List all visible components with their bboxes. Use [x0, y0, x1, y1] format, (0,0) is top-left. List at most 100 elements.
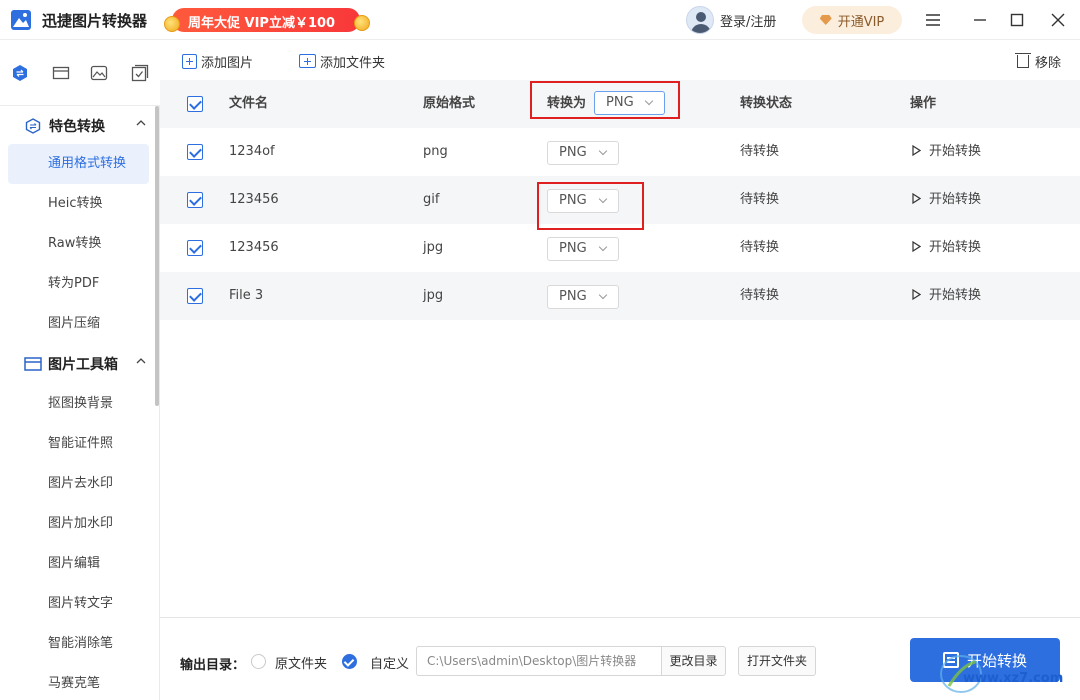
row-status: 待转换 — [740, 288, 780, 303]
sidebar-item-heic[interactable]: Heic转换 — [8, 184, 149, 224]
radio-original-folder-label[interactable]: 原文件夹 — [275, 653, 327, 672]
promo-text: 周年大促 VIP立减￥100 — [188, 16, 336, 31]
icon-rail — [0, 40, 160, 106]
row-status: 待转换 — [740, 240, 780, 255]
add-image-icon — [182, 53, 197, 69]
header-status: 转换状态 — [740, 96, 793, 111]
sidebar-item-ocr[interactable]: 图片转文字 — [8, 584, 149, 624]
table-row[interactable]: File 3 jpg PNG 待转换 开始转换 — [160, 272, 1080, 320]
row-format-select[interactable]: PNG — [547, 285, 619, 309]
add-image-button[interactable]: 添加图片 — [182, 50, 253, 72]
sidebar-group-label: 特色转换 — [49, 119, 105, 135]
login-register-label: 登录/注册 — [720, 14, 777, 30]
remove-button[interactable]: 移除 — [1015, 50, 1062, 72]
header-filename: 文件名 — [229, 96, 269, 111]
play-icon — [912, 289, 921, 300]
title-bar: 迅捷图片转换器 周年大促 VIP立减￥100 登录/注册 开通VIP — [0, 0, 1080, 40]
row-start-button[interactable]: 开始转换 — [912, 224, 981, 272]
select-all-checkbox[interactable] — [187, 96, 203, 112]
play-icon — [912, 193, 921, 204]
sidebar-scrollbar[interactable] — [155, 106, 159, 406]
change-dir-button[interactable]: 更改目录 — [661, 646, 726, 676]
row-start-label: 开始转换 — [929, 240, 982, 255]
sidebar-item-to-pdf[interactable]: 转为PDF — [8, 264, 149, 304]
promo-banner[interactable]: 周年大促 VIP立减￥100 — [160, 6, 372, 34]
row-original-format: jpg — [423, 288, 444, 303]
open-vip-label: 开通VIP — [837, 14, 885, 30]
sidebar-group-special-convert[interactable]: 特色转换 — [0, 106, 152, 146]
row-format-select[interactable]: PNG — [547, 237, 619, 261]
table-row[interactable]: 1234of png PNG 待转换 开始转换 — [160, 128, 1080, 176]
add-folder-label: 添加文件夹 — [320, 55, 386, 71]
checklist-icon[interactable] — [131, 64, 149, 82]
open-folder-button[interactable]: 打开文件夹 — [738, 646, 816, 676]
header-action: 操作 — [910, 96, 937, 111]
toolbox-icon[interactable] — [52, 64, 70, 82]
row-checkbox[interactable] — [187, 192, 203, 208]
sidebar-group-toolbox[interactable]: 图片工具箱 — [0, 344, 152, 384]
row-checkbox[interactable] — [187, 288, 203, 304]
menu-icon[interactable] — [923, 10, 943, 30]
close-icon[interactable] — [1048, 10, 1068, 30]
coin-icon — [354, 15, 370, 31]
row-filename: File 3 — [229, 288, 264, 303]
maximize-icon[interactable] — [1007, 10, 1027, 30]
sidebar-item-eraser[interactable]: 智能消除笔 — [8, 624, 149, 664]
chevron-down-icon — [598, 146, 608, 156]
header-original-format: 原始格式 — [423, 96, 476, 111]
row-start-button[interactable]: 开始转换 — [912, 176, 981, 224]
convert-icon[interactable] — [11, 64, 29, 82]
row-format-select[interactable]: PNG — [547, 141, 619, 165]
app-title: 迅捷图片转换器 — [42, 12, 148, 30]
row-start-button[interactable]: 开始转换 — [912, 128, 981, 176]
chevron-up-icon — [136, 358, 146, 364]
app-logo-icon — [11, 10, 31, 30]
row-format-value: PNG — [559, 289, 587, 304]
radio-custom-folder[interactable] — [342, 654, 357, 669]
remove-label: 移除 — [1035, 55, 1062, 71]
row-status: 待转换 — [740, 144, 780, 159]
sidebar-item-compress[interactable]: 图片压缩 — [8, 304, 149, 344]
avatar — [686, 6, 714, 34]
row-start-button[interactable]: 开始转换 — [912, 272, 981, 320]
radio-original-folder[interactable] — [251, 654, 266, 669]
coin-icon — [164, 16, 180, 32]
row-status: 待转换 — [740, 192, 780, 207]
minimize-icon[interactable] — [970, 10, 990, 30]
image-icon[interactable] — [90, 64, 108, 82]
login-register-button[interactable]: 登录/注册 — [686, 5, 776, 35]
chevron-up-icon — [136, 120, 146, 126]
row-original-format: gif — [423, 192, 440, 207]
add-folder-icon — [299, 54, 316, 68]
table-row[interactable]: 123456 jpg PNG 待转换 开始转换 — [160, 224, 1080, 272]
play-icon — [912, 145, 921, 156]
sidebar-item-add-watermark[interactable]: 图片加水印 — [8, 504, 149, 544]
chevron-down-icon — [598, 290, 608, 300]
sidebar-item-cutout[interactable]: 抠图换背景 — [8, 384, 149, 424]
radio-custom-folder-label[interactable]: 自定义 — [370, 653, 409, 672]
highlight-box — [530, 81, 680, 119]
add-folder-button[interactable]: 添加文件夹 — [299, 50, 385, 72]
row-checkbox[interactable] — [187, 144, 203, 160]
sidebar-item-remove-watermark[interactable]: 图片去水印 — [8, 464, 149, 504]
chevron-down-icon — [598, 242, 608, 252]
sidebar-item-general-format[interactable]: 通用格式转换 — [8, 144, 149, 184]
row-format-value: PNG — [559, 145, 587, 160]
row-format-value: PNG — [559, 241, 587, 256]
output-dir-label: 输出目录： — [180, 658, 246, 673]
row-filename: 123456 — [229, 240, 279, 255]
play-icon — [912, 241, 921, 252]
toolbox-icon — [24, 357, 42, 371]
row-filename: 1234of — [229, 144, 275, 159]
row-checkbox[interactable] — [187, 240, 203, 256]
row-start-label: 开始转换 — [929, 144, 982, 159]
diamond-icon — [819, 15, 832, 25]
sidebar-item-raw[interactable]: Raw转换 — [8, 224, 149, 264]
open-vip-button[interactable]: 开通VIP — [802, 6, 902, 34]
sidebar-item-edit[interactable]: 图片编辑 — [8, 544, 149, 584]
sidebar-item-id-photo[interactable]: 智能证件照 — [8, 424, 149, 464]
output-path-field[interactable]: C:\Users\admin\Desktop\图片转换器 — [416, 646, 662, 676]
add-image-label: 添加图片 — [201, 55, 254, 71]
sidebar-item-mosaic[interactable]: 马赛克笔 — [8, 664, 149, 700]
row-start-label: 开始转换 — [929, 288, 982, 303]
